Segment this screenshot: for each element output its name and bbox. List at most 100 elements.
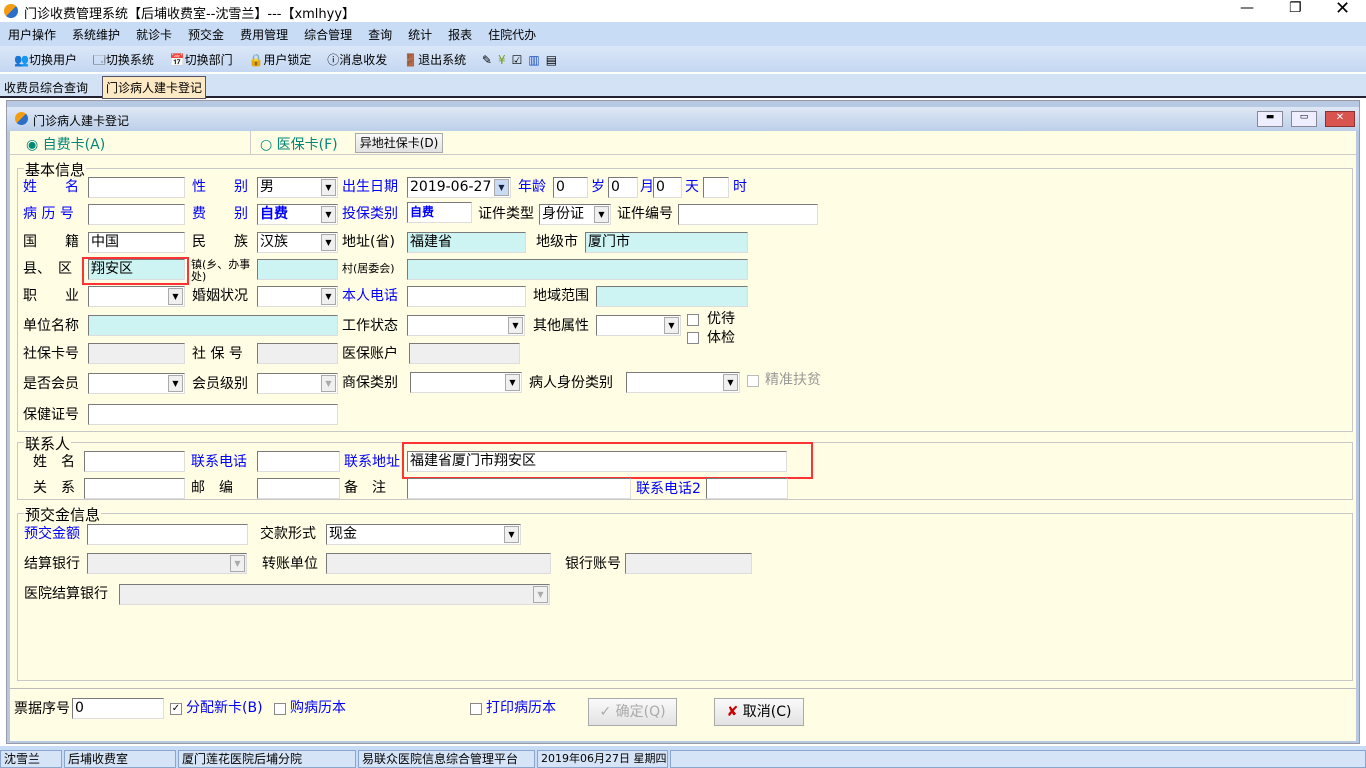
id-type-select[interactable]: 身份证 ▼	[539, 204, 611, 225]
age-years-input[interactable]: 0	[553, 177, 588, 198]
new-card-checkbox[interactable]: ✓	[170, 703, 182, 715]
chevron-down-icon[interactable]: ▼	[321, 179, 336, 196]
transfer-unit-input[interactable]	[326, 553, 551, 574]
menu-item[interactable]: 预交金	[188, 28, 224, 42]
age-hours-input[interactable]	[703, 177, 729, 198]
birth-date-picker[interactable]: 2019-06-27 ▼	[407, 177, 511, 198]
level-select[interactable]: ▼	[257, 373, 338, 394]
switch-dept-button[interactable]: 📅切换部门	[170, 51, 239, 68]
phone-input[interactable]	[407, 286, 526, 307]
lock-user-button[interactable]: 🔒用户锁定	[248, 51, 317, 68]
tab-cashier-query[interactable]: 收费员综合查询	[4, 79, 88, 96]
tab-card-registration[interactable]: 门诊病人建卡登记	[102, 76, 207, 99]
name-input[interactable]	[88, 177, 185, 198]
insurance-type-input[interactable]: 自费	[407, 202, 472, 223]
other-attr-select[interactable]: ▼	[596, 315, 681, 336]
menu-item[interactable]: 统计	[408, 28, 432, 42]
menu-item[interactable]: 查询	[368, 28, 392, 42]
marital-select[interactable]: ▼	[257, 286, 338, 307]
member-select[interactable]: ▼	[88, 373, 185, 394]
record-input[interactable]	[88, 204, 185, 225]
minimize-button[interactable]: —	[1240, 0, 1254, 16]
buy-book-checkbox[interactable]	[274, 703, 286, 715]
bank-account-input[interactable]	[625, 553, 752, 574]
chevron-down-icon[interactable]: ▼	[723, 374, 738, 391]
chevron-down-icon[interactable]: ▼	[664, 317, 679, 334]
restore-button[interactable]: ❐	[1289, 0, 1302, 16]
chevron-down-icon[interactable]: ▼	[321, 288, 336, 305]
chevron-down-icon[interactable]: ▼	[321, 234, 336, 251]
chevron-down-icon[interactable]: ▼	[494, 179, 509, 196]
inner-restore-button[interactable]: ▭	[1291, 111, 1317, 127]
job-select[interactable]: ▼	[88, 286, 185, 307]
menu-item[interactable]: 用户操作	[8, 28, 56, 42]
close-button[interactable]: ✕	[1335, 0, 1350, 19]
chevron-down-icon[interactable]: ▼	[504, 526, 519, 543]
contact-phone-input[interactable]	[257, 451, 340, 472]
yuan-icon[interactable]: ¥	[498, 53, 506, 67]
switch-system-button[interactable]: 🗔切换系统	[93, 51, 160, 72]
nationality-input[interactable]: 中国	[88, 232, 185, 253]
chevron-down-icon[interactable]: ▼	[230, 555, 245, 572]
menu-item[interactable]: 住院代办	[488, 28, 536, 42]
fee-select[interactable]: 自费 ▼	[257, 204, 338, 225]
ethnic-select[interactable]: 汉族 ▼	[257, 232, 338, 253]
work-status-select[interactable]: ▼	[407, 315, 525, 336]
confirm-button[interactable]: ✓ 确定(Q)	[588, 698, 677, 726]
menu-item[interactable]: 就诊卡	[136, 28, 172, 42]
id-number-input[interactable]	[678, 204, 818, 225]
hospital-bank-select[interactable]: ▼	[119, 584, 550, 605]
messages-button[interactable]: ⓘ消息收发	[327, 51, 393, 68]
zip-input[interactable]	[257, 478, 340, 499]
sscard-input[interactable]	[88, 343, 185, 364]
exit-system-button[interactable]: 🚪退出系统	[403, 51, 472, 68]
note-input[interactable]	[407, 478, 631, 499]
deposit-amount-input[interactable]	[87, 524, 248, 545]
inner-close-button[interactable]: ✕	[1325, 111, 1355, 127]
inner-minimize-button[interactable]: ▬	[1257, 111, 1283, 127]
village-input[interactable]	[407, 259, 748, 280]
payment-method-select[interactable]: 现金 ▼	[326, 524, 521, 545]
chevron-down-icon[interactable]: ▼	[168, 375, 183, 392]
columns-icon[interactable]: ▥	[528, 53, 539, 67]
chevron-down-icon[interactable]: ▼	[321, 206, 336, 223]
menu-item[interactable]: 系统维护	[72, 28, 120, 42]
relation-input[interactable]	[84, 478, 185, 499]
region-input[interactable]	[596, 286, 748, 307]
chevron-down-icon[interactable]: ▼	[594, 206, 609, 223]
settle-bank-select[interactable]: ▼	[87, 553, 247, 574]
print-book-checkbox[interactable]	[470, 703, 482, 715]
insurance-card-radio[interactable]: ○ 医保卡(F)	[260, 134, 338, 154]
chevron-down-icon[interactable]: ▼	[505, 374, 520, 391]
health-cert-input[interactable]	[88, 404, 338, 425]
contact-name-input[interactable]	[84, 451, 185, 472]
menu-item[interactable]: 报表	[448, 28, 472, 42]
self-card-radio[interactable]: ◉ 自费卡(A)	[26, 134, 105, 154]
edit-icon[interactable]: ✎	[482, 53, 492, 67]
poverty-checkbox[interactable]	[747, 375, 759, 387]
vip-checkbox[interactable]	[687, 314, 699, 326]
province-input[interactable]: 福建省	[407, 232, 526, 253]
switch-user-button[interactable]: 👥切换用户	[14, 51, 83, 68]
cancel-button[interactable]: ✘ 取消(C)	[714, 698, 804, 726]
chevron-down-icon[interactable]: ▼	[508, 317, 523, 334]
city-input[interactable]: 厦门市	[585, 232, 748, 253]
commercial-ins-select[interactable]: ▼	[410, 372, 522, 393]
contact-phone2-input[interactable]	[706, 478, 788, 499]
gender-select[interactable]: 男 ▼	[257, 177, 338, 198]
menu-item[interactable]: 费用管理	[240, 28, 288, 42]
remote-card-button[interactable]: 异地社保卡(D)	[355, 133, 443, 153]
town-input[interactable]	[257, 259, 338, 280]
chevron-down-icon[interactable]: ▼	[533, 586, 548, 603]
ssno-input[interactable]	[257, 343, 338, 364]
exam-checkbox[interactable]	[687, 332, 699, 344]
checkbox-icon[interactable]: ☑	[512, 53, 523, 67]
org-input[interactable]	[88, 315, 338, 336]
chevron-down-icon[interactable]: ▼	[168, 288, 183, 305]
ticket-input[interactable]: 0	[72, 698, 164, 719]
age-days-input[interactable]: 0	[653, 177, 682, 198]
age-months-input[interactable]: 0	[608, 177, 638, 198]
document-icon[interactable]: ▤	[546, 53, 557, 67]
account-input[interactable]	[409, 343, 520, 364]
chevron-down-icon[interactable]: ▼	[321, 375, 336, 392]
